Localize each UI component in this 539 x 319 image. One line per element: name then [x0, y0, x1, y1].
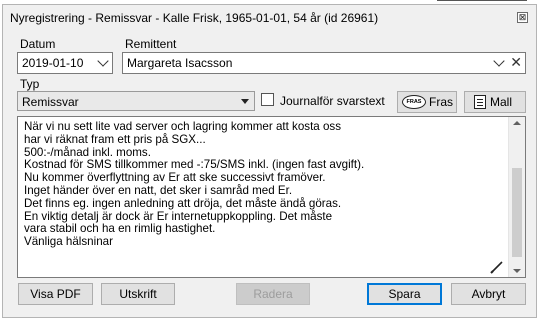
close-icon[interactable]: ⊠: [517, 12, 528, 23]
visa-pdf-button[interactable]: Visa PDF: [18, 283, 93, 305]
datum-field[interactable]: 2019-01-10: [17, 52, 113, 74]
body-textarea[interactable]: När vi nu sett lite vad server och lagri…: [17, 116, 526, 278]
mall-label: Mall: [490, 95, 513, 109]
clear-icon[interactable]: ✕: [510, 54, 522, 71]
journal-label[interactable]: Journalför svarstext: [280, 94, 385, 108]
scroll-thumb[interactable]: [512, 168, 522, 257]
window-title: Nyregistrering - Remissvar - Kalle Frisk…: [10, 11, 379, 25]
pencil-icon[interactable]: [490, 260, 504, 274]
dialog-window: Nyregistrering - Remissvar - Kalle Frisk…: [2, 4, 537, 318]
mall-button[interactable]: Mall: [464, 91, 526, 113]
body-text[interactable]: När vi nu sett lite vad server och lagri…: [24, 120, 504, 249]
utskrift-button[interactable]: Utskrift: [101, 283, 175, 305]
triangle-down-icon[interactable]: [241, 99, 249, 104]
datum-label: Datum: [20, 37, 56, 51]
typ-value[interactable]: Remissvar: [22, 95, 79, 109]
datum-value[interactable]: 2019-01-10: [22, 56, 83, 70]
scroll-up-icon[interactable]: [513, 121, 521, 125]
speech-bubble-icon: FRAS: [402, 95, 426, 109]
fras-label: Fras: [429, 95, 453, 109]
document-icon: [474, 95, 486, 109]
remittent-label: Remittent: [125, 37, 177, 51]
journal-checkbox[interactable]: [261, 93, 274, 106]
chevron-down-icon[interactable]: [97, 55, 109, 67]
chevron-down-icon[interactable]: [493, 55, 505, 67]
scroll-down-icon[interactable]: [513, 269, 521, 273]
remittent-value[interactable]: Margareta Isacsson: [127, 56, 232, 70]
typ-select[interactable]: Remissvar: [17, 91, 255, 111]
title-bar: Nyregistrering - Remissvar - Kalle Frisk…: [3, 5, 536, 29]
typ-label: Typ: [20, 77, 40, 91]
avbryt-button[interactable]: Avbryt: [451, 283, 526, 305]
remittent-field[interactable]: Margareta Isacsson ✕: [122, 52, 526, 74]
vertical-scrollbar[interactable]: [508, 117, 525, 277]
fras-button[interactable]: FRAS Fras: [397, 91, 457, 113]
spara-button[interactable]: Spara: [367, 283, 442, 305]
radera-button[interactable]: Radera: [236, 283, 310, 305]
